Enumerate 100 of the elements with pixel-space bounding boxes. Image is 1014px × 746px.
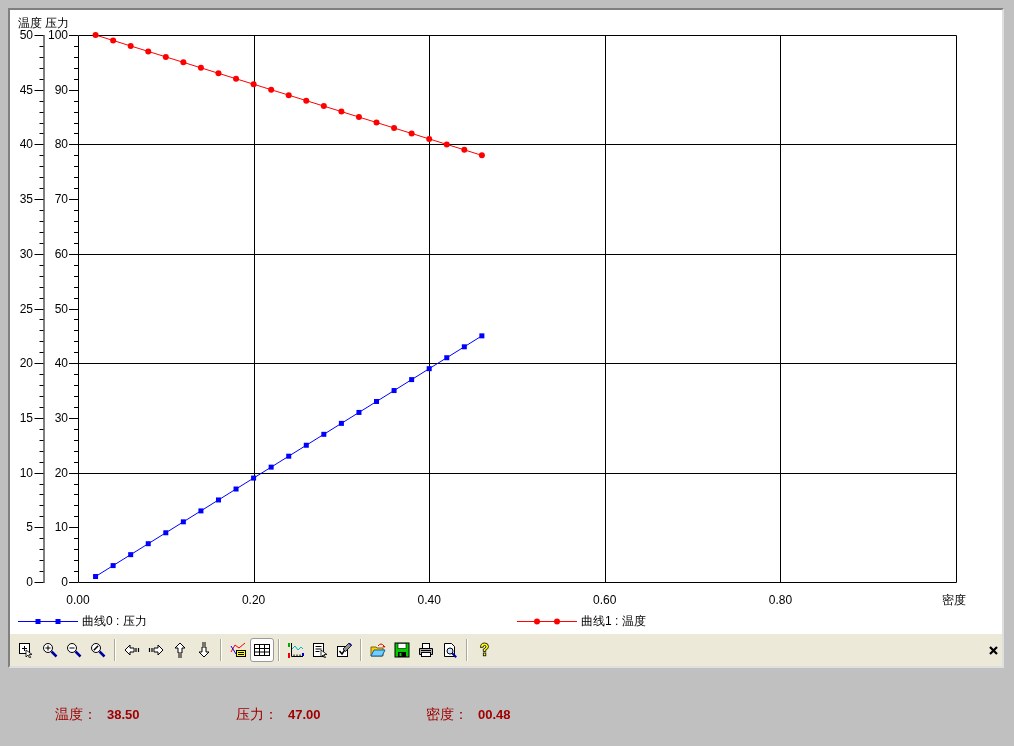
- data-point: [268, 464, 274, 470]
- data-point: [391, 388, 397, 394]
- checkbox-pen-icon: [336, 642, 352, 658]
- data-point: [391, 125, 398, 131]
- up-arrow-icon: [172, 642, 188, 658]
- data-point: [163, 530, 169, 536]
- y-axis-label: 25: [19, 301, 33, 316]
- axis-chart-icon: [288, 642, 304, 658]
- chart-legend-icon: [230, 642, 246, 658]
- y-axis-label: 0: [26, 575, 33, 589]
- y-axis-label: 45: [19, 82, 33, 97]
- y-axis-label: 70: [54, 192, 68, 207]
- folder-icon: [370, 642, 386, 658]
- zoom-out-icon: [66, 642, 82, 658]
- data-point: [303, 97, 310, 104]
- data-point: [197, 64, 204, 71]
- y-axis-label: 50: [19, 28, 33, 42]
- readout-value: 47.00: [288, 707, 321, 722]
- data-point: [180, 519, 186, 525]
- data-point: [216, 497, 221, 503]
- data-point: [93, 574, 99, 580]
- data-point: [145, 48, 152, 55]
- y-axis-label: 80: [54, 137, 68, 152]
- legend-label: 曲线0 : 压力: [82, 614, 147, 628]
- y-axis-label: 40: [19, 137, 33, 152]
- y-axis-label: 60: [54, 246, 68, 261]
- data-point: [145, 541, 151, 547]
- data-point: [356, 409, 362, 415]
- readout-label: 压力：: [236, 706, 278, 724]
- chart-title: 温度 压力: [18, 16, 70, 30]
- data-point: [338, 420, 344, 426]
- data-point: [478, 152, 485, 159]
- x-axis-label: 0.20: [241, 593, 266, 607]
- data-point: [409, 377, 415, 383]
- y-axis-label: 10: [19, 465, 33, 480]
- grid-icon: [254, 642, 270, 658]
- data-point: [251, 475, 257, 481]
- zoom-area-icon: [18, 642, 34, 658]
- data-point: [92, 32, 99, 38]
- x-axis-title: 密度: [942, 593, 966, 607]
- data-point: [303, 442, 309, 448]
- y-axis-label: 5: [26, 520, 33, 535]
- data-point: [198, 508, 204, 514]
- y-axis-label: 90: [54, 82, 68, 97]
- left-arrow-icon: [124, 642, 140, 658]
- data-point: [461, 146, 468, 153]
- data-point: [110, 37, 117, 44]
- data-point: [180, 59, 187, 66]
- data-point: [110, 563, 116, 569]
- data-point: [215, 70, 222, 77]
- data-point: [355, 114, 362, 121]
- y-axis-label: 30: [19, 246, 33, 261]
- data-point: [233, 75, 240, 82]
- data-point: [285, 92, 292, 99]
- y-axis-label: 15: [19, 410, 33, 425]
- y-axis-label: 100: [47, 28, 68, 42]
- data-point: [426, 135, 433, 142]
- toolbar-button[interactable]: [250, 638, 274, 662]
- y-axis-label: 10: [54, 520, 68, 535]
- zoom-in-icon: [42, 642, 58, 658]
- readout-label: 密度：: [426, 706, 468, 724]
- printer-icon: [418, 642, 434, 658]
- close-icon: [988, 645, 998, 655]
- data-point: [338, 108, 345, 115]
- data-point: [444, 355, 450, 361]
- data-point: [461, 344, 467, 350]
- data-point: [408, 130, 415, 137]
- x-axis-label: 0.60: [593, 593, 617, 607]
- data-point: [443, 141, 450, 148]
- data-point: [373, 119, 380, 126]
- y-axis-label: 40: [54, 356, 68, 371]
- data-point: [286, 453, 292, 459]
- y-axis-label: 20: [54, 465, 68, 480]
- y-axis-label: 35: [19, 192, 33, 207]
- data-point: [374, 399, 379, 404]
- right-arrow-icon: [148, 642, 164, 658]
- magnifier-icon: [90, 642, 106, 658]
- data-point: [321, 431, 327, 437]
- y-axis-label: 20: [19, 356, 33, 371]
- x-axis-label: 0.40: [417, 593, 441, 607]
- y-axis-label: 0: [61, 575, 68, 589]
- data-point: [233, 486, 239, 492]
- data-point: [268, 86, 275, 93]
- data-point: [479, 333, 485, 339]
- y-axis-label: 50: [54, 301, 68, 316]
- data-point: [128, 552, 134, 558]
- data-point: [320, 103, 327, 110]
- data-point: [426, 366, 432, 372]
- x-axis-label: 0.00: [66, 593, 90, 607]
- data-point: [127, 42, 134, 49]
- data-point: [250, 81, 257, 88]
- down-arrow-icon: [196, 642, 212, 658]
- y-axis-label: 30: [54, 410, 68, 425]
- document-cursor-icon: [312, 642, 328, 658]
- x-axis-label: 0.80: [768, 593, 793, 607]
- readout-value: 38.50: [107, 707, 140, 722]
- data-point: [162, 53, 169, 60]
- readout-value: 00.48: [478, 707, 511, 722]
- readout-label: 温度：: [55, 706, 97, 724]
- print-preview-icon: [442, 642, 458, 658]
